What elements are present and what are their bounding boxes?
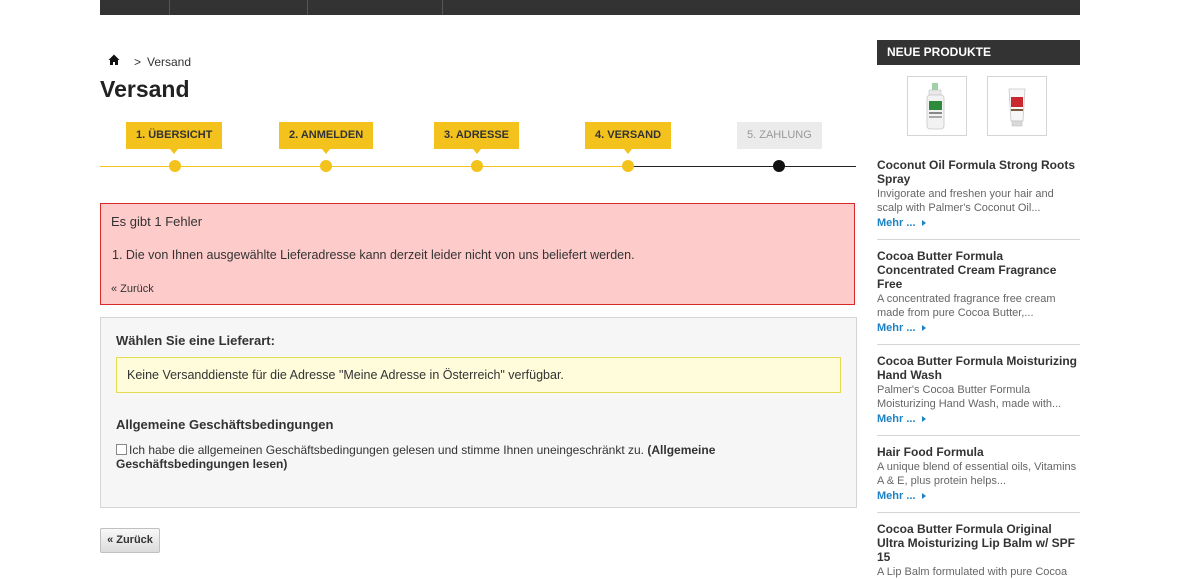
product-item: Cocoa Butter Formula Concentrated Cream … bbox=[877, 249, 1080, 335]
product-description: Palmer's Cocoa Butter Formula Moisturizi… bbox=[877, 384, 1062, 410]
home-icon[interactable] bbox=[108, 54, 120, 66]
step-login[interactable]: 2. ANMELDEN bbox=[279, 122, 374, 154]
product-description: A unique blend of essential oils, Vitami… bbox=[877, 461, 1077, 487]
product-name[interactable]: Hair Food Formula bbox=[877, 445, 1080, 459]
step-payment: 5. ZAHLUNG bbox=[737, 122, 822, 149]
shipping-heading: Wählen Sie eine Lieferart: bbox=[116, 333, 275, 348]
breadcrumb-separator: > bbox=[134, 55, 142, 69]
top-nav-bar bbox=[100, 0, 1080, 15]
step-overview[interactable]: 1. ÜBERSICHT bbox=[126, 122, 223, 154]
product-divider bbox=[877, 239, 1080, 240]
product-item: Hair Food Formula A unique blend of esse… bbox=[877, 445, 1080, 503]
terms-checkbox[interactable] bbox=[116, 444, 127, 455]
step-address[interactable]: 3. ADRESSE bbox=[434, 122, 520, 154]
step-shipping: 4. VERSAND bbox=[585, 122, 672, 154]
product-divider bbox=[877, 512, 1080, 513]
terms-row: Ich habe die allgemeinen Geschäftsbeding… bbox=[116, 443, 756, 471]
product-more-link[interactable]: Mehr ... bbox=[877, 412, 1080, 426]
product-item: Coconut Oil Formula Strong Roots Spray I… bbox=[877, 158, 1080, 230]
product-more-link[interactable]: Mehr ... bbox=[877, 321, 1080, 335]
product-thumbnails bbox=[877, 76, 1080, 136]
terms-heading: Allgemeine Geschäftsbedingungen bbox=[116, 417, 334, 432]
product-description: Invigorate and freshen your hair and sca… bbox=[877, 188, 1054, 214]
error-title: Es gibt 1 Fehler bbox=[111, 214, 203, 229]
arrow-right-icon bbox=[921, 493, 926, 499]
error-box: Es gibt 1 Fehler 1. Die von Ihnen ausgew… bbox=[100, 203, 855, 305]
page-title: Versand bbox=[100, 76, 190, 102]
arrow-right-icon bbox=[921, 416, 926, 422]
step-dot-2 bbox=[320, 160, 332, 172]
terms-text: Ich habe die allgemeinen Geschäftsbeding… bbox=[129, 443, 645, 457]
new-products-sidebar: NEUE PRODUKTE Coconut Oil Formula Strong… bbox=[877, 40, 1080, 578]
step-dot-3 bbox=[471, 160, 483, 172]
product-divider bbox=[877, 344, 1080, 345]
product-thumb-cream[interactable] bbox=[987, 76, 1047, 136]
product-name[interactable]: Cocoa Butter Formula Moisturizing Hand W… bbox=[877, 354, 1080, 382]
breadcrumb-current: Versand bbox=[147, 55, 192, 69]
product-name[interactable]: Cocoa Butter Formula Concentrated Cream … bbox=[877, 249, 1080, 291]
product-description: A concentrated fragrance free cream made… bbox=[877, 293, 1056, 319]
product-more-link[interactable]: Mehr ... bbox=[877, 489, 1080, 503]
product-name[interactable]: Coconut Oil Formula Strong Roots Spray bbox=[877, 158, 1080, 186]
product-description: A Lip Balm formulated with pure Cocoa bbox=[877, 566, 1068, 578]
progress-line-todo bbox=[628, 166, 856, 167]
step-dot-5 bbox=[773, 160, 785, 172]
step-dot-1 bbox=[169, 160, 181, 172]
product-thumb-spray[interactable] bbox=[907, 76, 967, 136]
back-button[interactable]: « Zurück bbox=[100, 528, 160, 553]
error-message: 1. Die von Ihnen ausgewählte Lieferadres… bbox=[112, 248, 635, 262]
arrow-right-icon bbox=[921, 220, 926, 226]
product-item: Cocoa Butter Formula Moisturizing Hand W… bbox=[877, 354, 1080, 426]
checkout-steps: 1. ÜBERSICHT 2. ANMELDEN 3. ADRESSE 4. V… bbox=[100, 120, 856, 178]
product-divider bbox=[877, 435, 1080, 436]
error-back-link[interactable]: « Zurück bbox=[111, 283, 154, 295]
step-dot-4 bbox=[622, 160, 634, 172]
top-nav-item-1[interactable] bbox=[100, 0, 170, 15]
product-item: Cocoa Butter Formula Original Ultra Mois… bbox=[877, 522, 1080, 579]
product-name[interactable]: Cocoa Butter Formula Original Ultra Mois… bbox=[877, 522, 1080, 564]
arrow-right-icon bbox=[921, 325, 926, 331]
no-carrier-warning: Keine Versanddienste für die Adresse "Me… bbox=[116, 357, 841, 393]
sidebar-title: NEUE PRODUKTE bbox=[877, 40, 1080, 65]
shipping-options-box: Wählen Sie eine Lieferart: Keine Versand… bbox=[100, 317, 857, 508]
top-nav-item-2[interactable] bbox=[170, 0, 308, 15]
product-more-link[interactable]: Mehr ... bbox=[877, 216, 1080, 230]
top-nav-item-3[interactable] bbox=[308, 0, 443, 15]
